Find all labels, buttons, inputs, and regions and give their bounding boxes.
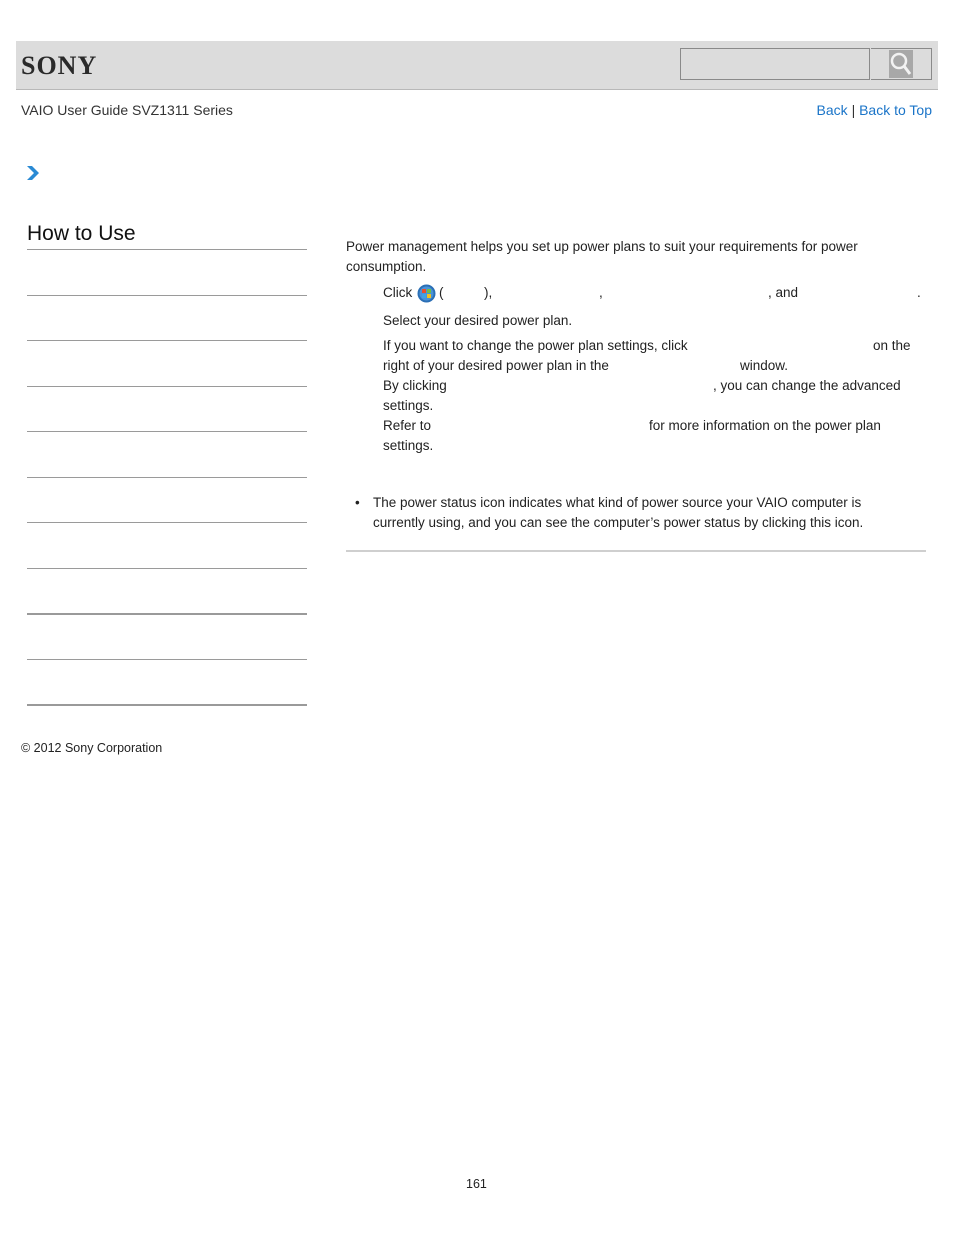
back-link[interactable]: Back xyxy=(817,102,848,118)
content-divider xyxy=(346,550,926,552)
step1-and: , and xyxy=(768,285,799,300)
step1-open-paren: ( xyxy=(439,285,444,300)
sidebar-item-0[interactable] xyxy=(27,295,307,296)
step2-text: Select your desired power plan. xyxy=(383,313,573,328)
step1-click: Click xyxy=(383,285,413,300)
search-input[interactable] xyxy=(680,48,870,80)
step3-line2-b: window. xyxy=(740,358,789,373)
chevron-right-icon xyxy=(27,166,39,180)
step1-comma: , xyxy=(599,285,603,300)
bullet-icon: • xyxy=(355,495,360,510)
intro-text: Power management helps you set up power … xyxy=(346,239,858,274)
step1-close-paren: ), xyxy=(484,285,493,300)
step3-line4: settings. xyxy=(383,398,434,413)
sidebar-item-3[interactable] xyxy=(27,431,307,432)
note-text: The power status icon indicates what kin… xyxy=(373,495,864,530)
sidebar-item-1[interactable] xyxy=(27,340,307,341)
step3-line3-b: , you can change the advanced xyxy=(713,378,901,393)
link-separator: | xyxy=(851,102,856,118)
sidebar-divider xyxy=(27,249,307,250)
step3-line5-a: Refer to xyxy=(383,418,432,433)
page-number: 161 xyxy=(466,1177,487,1191)
step3-line2-a: right of your desired power plan in the xyxy=(383,358,609,373)
step3-line1-a: If you want to change the power plan set… xyxy=(383,338,688,353)
guide-title: VAIO User Guide SVZ1311 Series xyxy=(21,102,233,118)
sidebar-item-5[interactable] xyxy=(27,522,307,523)
sony-logo: SONY xyxy=(21,51,98,80)
sidebar-item-6[interactable] xyxy=(27,568,307,569)
back-to-top-link[interactable]: Back to Top xyxy=(859,102,932,118)
sidebar-item-7[interactable] xyxy=(27,613,307,615)
magnifier-icon xyxy=(889,50,913,78)
sidebar-title: How to Use xyxy=(27,222,136,245)
copyright: © 2012 Sony Corporation xyxy=(21,741,163,755)
step3-line1-b: on the xyxy=(873,338,911,353)
sidebar-item-2[interactable] xyxy=(27,386,307,387)
sidebar-item-8[interactable] xyxy=(27,659,307,660)
search-button[interactable] xyxy=(871,48,932,80)
step3-line3-a: By clicking xyxy=(383,378,447,393)
sidebar-item-4[interactable] xyxy=(27,477,307,478)
step1-period: . xyxy=(917,285,921,300)
step3-line5-b: for more information on the power plan xyxy=(649,418,881,433)
sidebar-item-9[interactable] xyxy=(27,704,307,706)
intro-paragraph: Power management helps you set up power … xyxy=(346,237,926,277)
header-bar: SONY xyxy=(16,41,938,90)
top-nav-links: Back | Back to Top xyxy=(817,102,932,118)
windows-start-icon xyxy=(417,284,436,303)
step3-line6: settings. xyxy=(383,438,434,453)
